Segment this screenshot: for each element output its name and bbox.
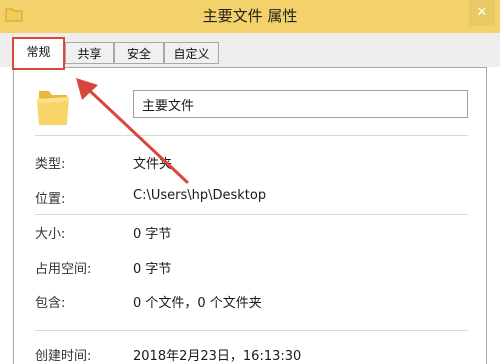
size-value: 0 字节 — [133, 227, 172, 242]
tab-highlight-box — [12, 37, 65, 70]
separator — [35, 214, 468, 215]
created-label: 创建时间: — [35, 349, 92, 364]
location-label: 位置: — [35, 192, 66, 207]
close-icon: ✕ — [476, 5, 488, 20]
folder-name-input[interactable] — [133, 90, 468, 118]
size-on-disk-label: 占用空间: — [35, 262, 92, 277]
tab-customize[interactable]: 自定义 — [164, 42, 219, 64]
title-bar: 主要文件 属性 ✕ — [0, 0, 500, 33]
size-label: 大小: — [35, 227, 66, 242]
contains-value: 0 个文件，0 个文件夹 — [133, 296, 262, 311]
contains-label: 包含: — [35, 296, 66, 311]
type-value: 文件夹 — [133, 157, 173, 172]
separator — [35, 135, 468, 136]
size-on-disk-value: 0 字节 — [133, 262, 172, 277]
location-value: C:\Users\hp\Desktop — [133, 188, 267, 203]
folder-icon — [37, 91, 69, 125]
created-value: 2018年2月23日，16:13:30 — [133, 349, 302, 364]
tab-sharing[interactable]: 共享 — [65, 42, 114, 64]
tab-security[interactable]: 安全 — [114, 42, 164, 64]
separator — [35, 330, 468, 331]
close-button[interactable]: ✕ — [469, 0, 495, 26]
type-label: 类型: — [35, 157, 66, 172]
window-title: 主要文件 属性 — [202, 7, 298, 25]
